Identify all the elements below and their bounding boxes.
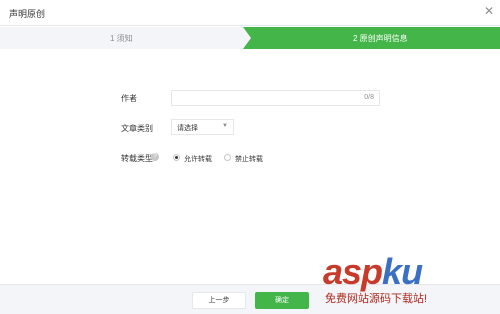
category-selected-value: 请选择 [177, 125, 198, 132]
radio-forbid-repost-label[interactable]: 禁止转载 [235, 154, 263, 164]
dialog-title: 声明原创 [9, 9, 46, 19]
dialog-header: 声明原创 ✕ [0, 0, 500, 26]
prev-step-button[interactable]: 上一步 [192, 292, 246, 309]
question-icon[interactable]: ? [151, 153, 159, 161]
radio-allow-repost[interactable] [173, 154, 180, 161]
watermark-tagline: 免费网站源码下载站! [325, 293, 428, 305]
category-select[interactable]: 请选择 ▼ [171, 119, 234, 135]
radio-forbid-repost[interactable] [224, 154, 231, 161]
radio-allow-repost-label[interactable]: 允许转载 [184, 154, 212, 164]
author-char-counter: 0/8 [364, 94, 374, 101]
step-original-info-label: 2 原创声明信息 [353, 34, 408, 43]
watermark-brand-part2: ku [382, 251, 423, 292]
step-active-arrow [243, 27, 500, 49]
step-original-info: 2 原创声明信息 [0, 27, 500, 49]
author-input[interactable]: 0/8 [171, 90, 380, 106]
chevron-down-icon: ▼ [222, 123, 228, 129]
repost-type-label: 转载类型 [121, 154, 153, 163]
watermark-brand: aspku [323, 251, 423, 292]
category-label: 文章类别 [121, 124, 153, 133]
confirm-button[interactable]: 确定 [255, 292, 309, 309]
watermark-logo: aspku 免费网站源码下载站! [323, 252, 495, 312]
watermark-brand-part1: asp [323, 251, 383, 292]
step-indicator: 1 须知 2 原创声明信息 [0, 27, 500, 49]
close-icon[interactable]: ✕ [483, 5, 495, 17]
author-label: 作者 [121, 94, 137, 103]
declare-original-dialog: 声明原创 ✕ 1 须知 2 原创声明信息 作者 0/8 文章类别 请选择 ▼ 转… [0, 0, 500, 314]
